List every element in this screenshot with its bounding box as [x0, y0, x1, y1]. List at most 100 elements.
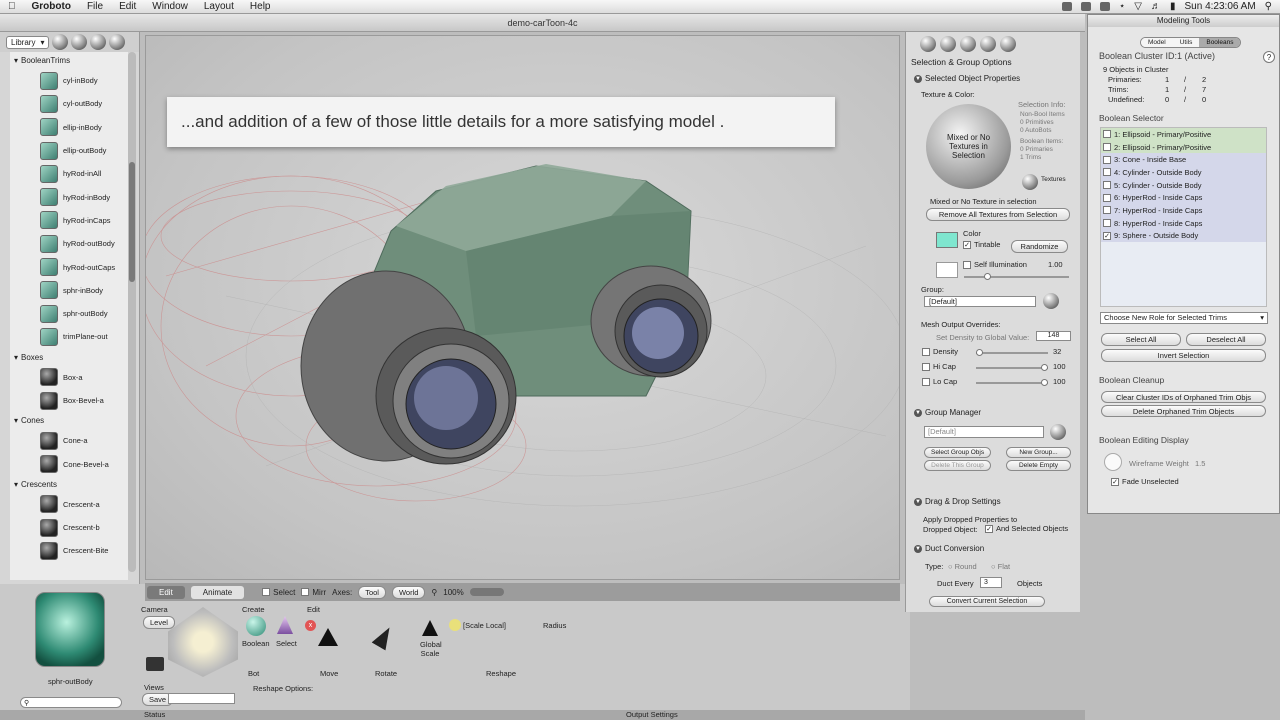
list-item[interactable]: Box-Bevel-a [10, 389, 128, 412]
output-settings-label[interactable]: Output Settings [626, 710, 678, 719]
checkbox[interactable] [963, 261, 971, 270]
checkbox[interactable] [1103, 181, 1111, 190]
round-radio[interactable]: ○ Round [948, 562, 977, 571]
new-group-button[interactable]: New Group... [1006, 447, 1071, 458]
spotlight-icon[interactable]: ⚲ [1265, 1, 1272, 12]
library-dropdown[interactable]: Library ▾ [6, 35, 50, 49]
list-item[interactable]: ✓ 9: Sphere - Outside Body [1101, 229, 1266, 243]
menu-edit[interactable]: Edit [111, 1, 144, 12]
fade-unselected-toggle[interactable]: ✓ Fade Unselected [1111, 477, 1179, 487]
checkbox[interactable]: ✓ [985, 525, 993, 534]
library-list[interactable]: ▾ BooleanTrims cyl-inBody cyl-outBody ell… [10, 52, 128, 580]
tab-edit[interactable]: Edit [147, 585, 185, 599]
help-icon[interactable]: ? [1263, 51, 1275, 63]
level-button[interactable]: Level [143, 616, 175, 629]
library-group-header[interactable]: ▾ BooleanTrims [10, 52, 128, 69]
scrollbar-thumb[interactable] [129, 162, 135, 282]
group-manager-picker-icon[interactable] [1050, 424, 1066, 440]
list-item[interactable]: sphr-inBody [10, 279, 128, 302]
flat-radio[interactable]: ○ Flat [991, 562, 1010, 571]
list-item[interactable]: 8: HyperRod - Inside Caps [1101, 216, 1266, 230]
library-group-header[interactable]: ▾ Cones [10, 412, 128, 429]
menu-help[interactable]: Help [242, 1, 279, 12]
list-item[interactable]: Box-a [10, 366, 128, 389]
illumination-swatch[interactable] [936, 262, 958, 278]
role-select[interactable]: Choose New Role for Selected Trims ▾ [1100, 312, 1268, 324]
self-illumination-toggle[interactable]: Self Illumination [963, 260, 1027, 270]
battery-icon[interactable]: ▮ [1170, 1, 1176, 12]
library-scrollbar[interactable] [128, 52, 136, 572]
bluetooth-icon[interactable]: ⋆ [1119, 1, 1125, 12]
list-item[interactable]: Cone-Bevel-a [10, 452, 128, 475]
list-item[interactable]: ellip-outBody [10, 139, 128, 162]
list-item[interactable]: 2: Ellipsoid - Primary/Positive [1101, 140, 1266, 154]
tintable-toggle[interactable]: ✓ Tintable [963, 240, 1000, 250]
locap-slider[interactable] [976, 379, 1048, 386]
reset-x-icon[interactable]: x [305, 620, 316, 631]
list-item[interactable]: 5: Cylinder - Outside Body [1101, 178, 1266, 192]
delete-orphaned-button[interactable]: Delete Orphaned Trim Objects [1101, 405, 1266, 417]
menubar-clock[interactable]: Sun 4:23:06 AM [1185, 1, 1256, 12]
select-group-objs-button[interactable]: Select Group Objs [924, 447, 991, 458]
checkbox[interactable] [922, 363, 930, 372]
list-item[interactable]: hyRod-outCaps [10, 255, 128, 278]
density-toggle[interactable]: Density [922, 347, 958, 357]
wireframe-weight-dial[interactable] [1104, 453, 1122, 471]
views-label[interactable]: Views [144, 683, 164, 692]
boolean-selector-list[interactable]: 1: Ellipsoid - Primary/Positive 2: Ellips… [1100, 127, 1267, 307]
menu-layout[interactable]: Layout [196, 1, 242, 12]
list-item[interactable]: hyRod-inCaps [10, 209, 128, 232]
locap-toggle[interactable]: Lo Cap [922, 377, 957, 387]
library-textures-icon[interactable] [90, 34, 107, 50]
list-item[interactable]: Crescent-Bite [10, 539, 128, 562]
status-icon[interactable] [1062, 2, 1073, 11]
list-item[interactable]: Crescent-b [10, 516, 128, 539]
group-field[interactable]: [Default] [924, 296, 1036, 307]
clear-cluster-ids-button[interactable]: Clear Cluster IDs of Orphaned Trim Objs [1101, 391, 1266, 403]
library-group-header[interactable]: ▾ Crescents [10, 476, 128, 493]
selection-props-icon[interactable] [920, 36, 936, 52]
checkbox[interactable]: ✓ [1111, 478, 1119, 487]
hicap-slider[interactable] [976, 364, 1048, 371]
duct-every-input[interactable]: 3 [980, 577, 1002, 588]
invert-selection-button[interactable]: Invert Selection [1101, 349, 1266, 362]
list-item[interactable]: 4: Cylinder - Outside Body [1101, 166, 1266, 179]
list-item[interactable]: 3: Cone - Inside Base [1101, 153, 1266, 167]
randomize-button[interactable]: Randomize [1011, 240, 1068, 253]
select-all-button[interactable]: Select All [1101, 333, 1181, 346]
tab-animate[interactable]: Animate [190, 585, 245, 599]
library-search-input[interactable]: ⚲ [20, 697, 122, 708]
modeling-tools-titlebar[interactable]: Modeling Tools [1088, 15, 1279, 27]
list-item[interactable]: trimPlane-out [10, 325, 128, 348]
checkbox[interactable] [1103, 206, 1111, 215]
library-group-header[interactable]: ▾ Boxes [10, 349, 128, 366]
checkbox[interactable] [1103, 155, 1111, 164]
tab-booleans[interactable]: Booleans [1199, 38, 1241, 47]
volume-icon[interactable]: ♬ [1151, 1, 1161, 12]
list-item[interactable]: Cone-a [10, 429, 128, 452]
textures-icon[interactable] [1022, 174, 1038, 190]
view-name-input[interactable] [168, 693, 235, 704]
group-picker-icon[interactable] [1043, 293, 1059, 309]
select-toggle[interactable]: Select [262, 588, 295, 597]
shell-icon[interactable] [1000, 36, 1016, 52]
global-density-field[interactable]: 148 [1036, 331, 1071, 341]
checkbox[interactable] [922, 348, 930, 357]
zoom-icon[interactable]: ⚲ [431, 588, 437, 597]
group-manager-section[interactable]: ▼ Group Manager [914, 408, 981, 417]
menu-file[interactable]: File [79, 1, 111, 12]
hicap-toggle[interactable]: Hi Cap [922, 362, 956, 372]
scale-local-label[interactable]: [Scale Local] [463, 621, 506, 630]
apple-icon[interactable]:  [0, 1, 24, 12]
checkbox[interactable]: ✓ [1103, 231, 1111, 240]
checkbox[interactable] [1103, 168, 1111, 177]
list-item[interactable]: cyl-inBody [10, 69, 128, 92]
group-manager-field[interactable]: [Default] [924, 426, 1044, 438]
menu-window[interactable]: Window [144, 1, 196, 12]
delete-empty-button[interactable]: Delete Empty [1006, 460, 1071, 471]
density-slider[interactable] [976, 349, 1048, 356]
remove-all-textures-button[interactable]: Remove All Textures from Selection [926, 208, 1070, 221]
convert-selection-button[interactable]: Convert Current Selection [929, 596, 1045, 607]
textures-label[interactable]: Textures [1041, 176, 1066, 183]
zoom-slider[interactable] [469, 588, 504, 596]
